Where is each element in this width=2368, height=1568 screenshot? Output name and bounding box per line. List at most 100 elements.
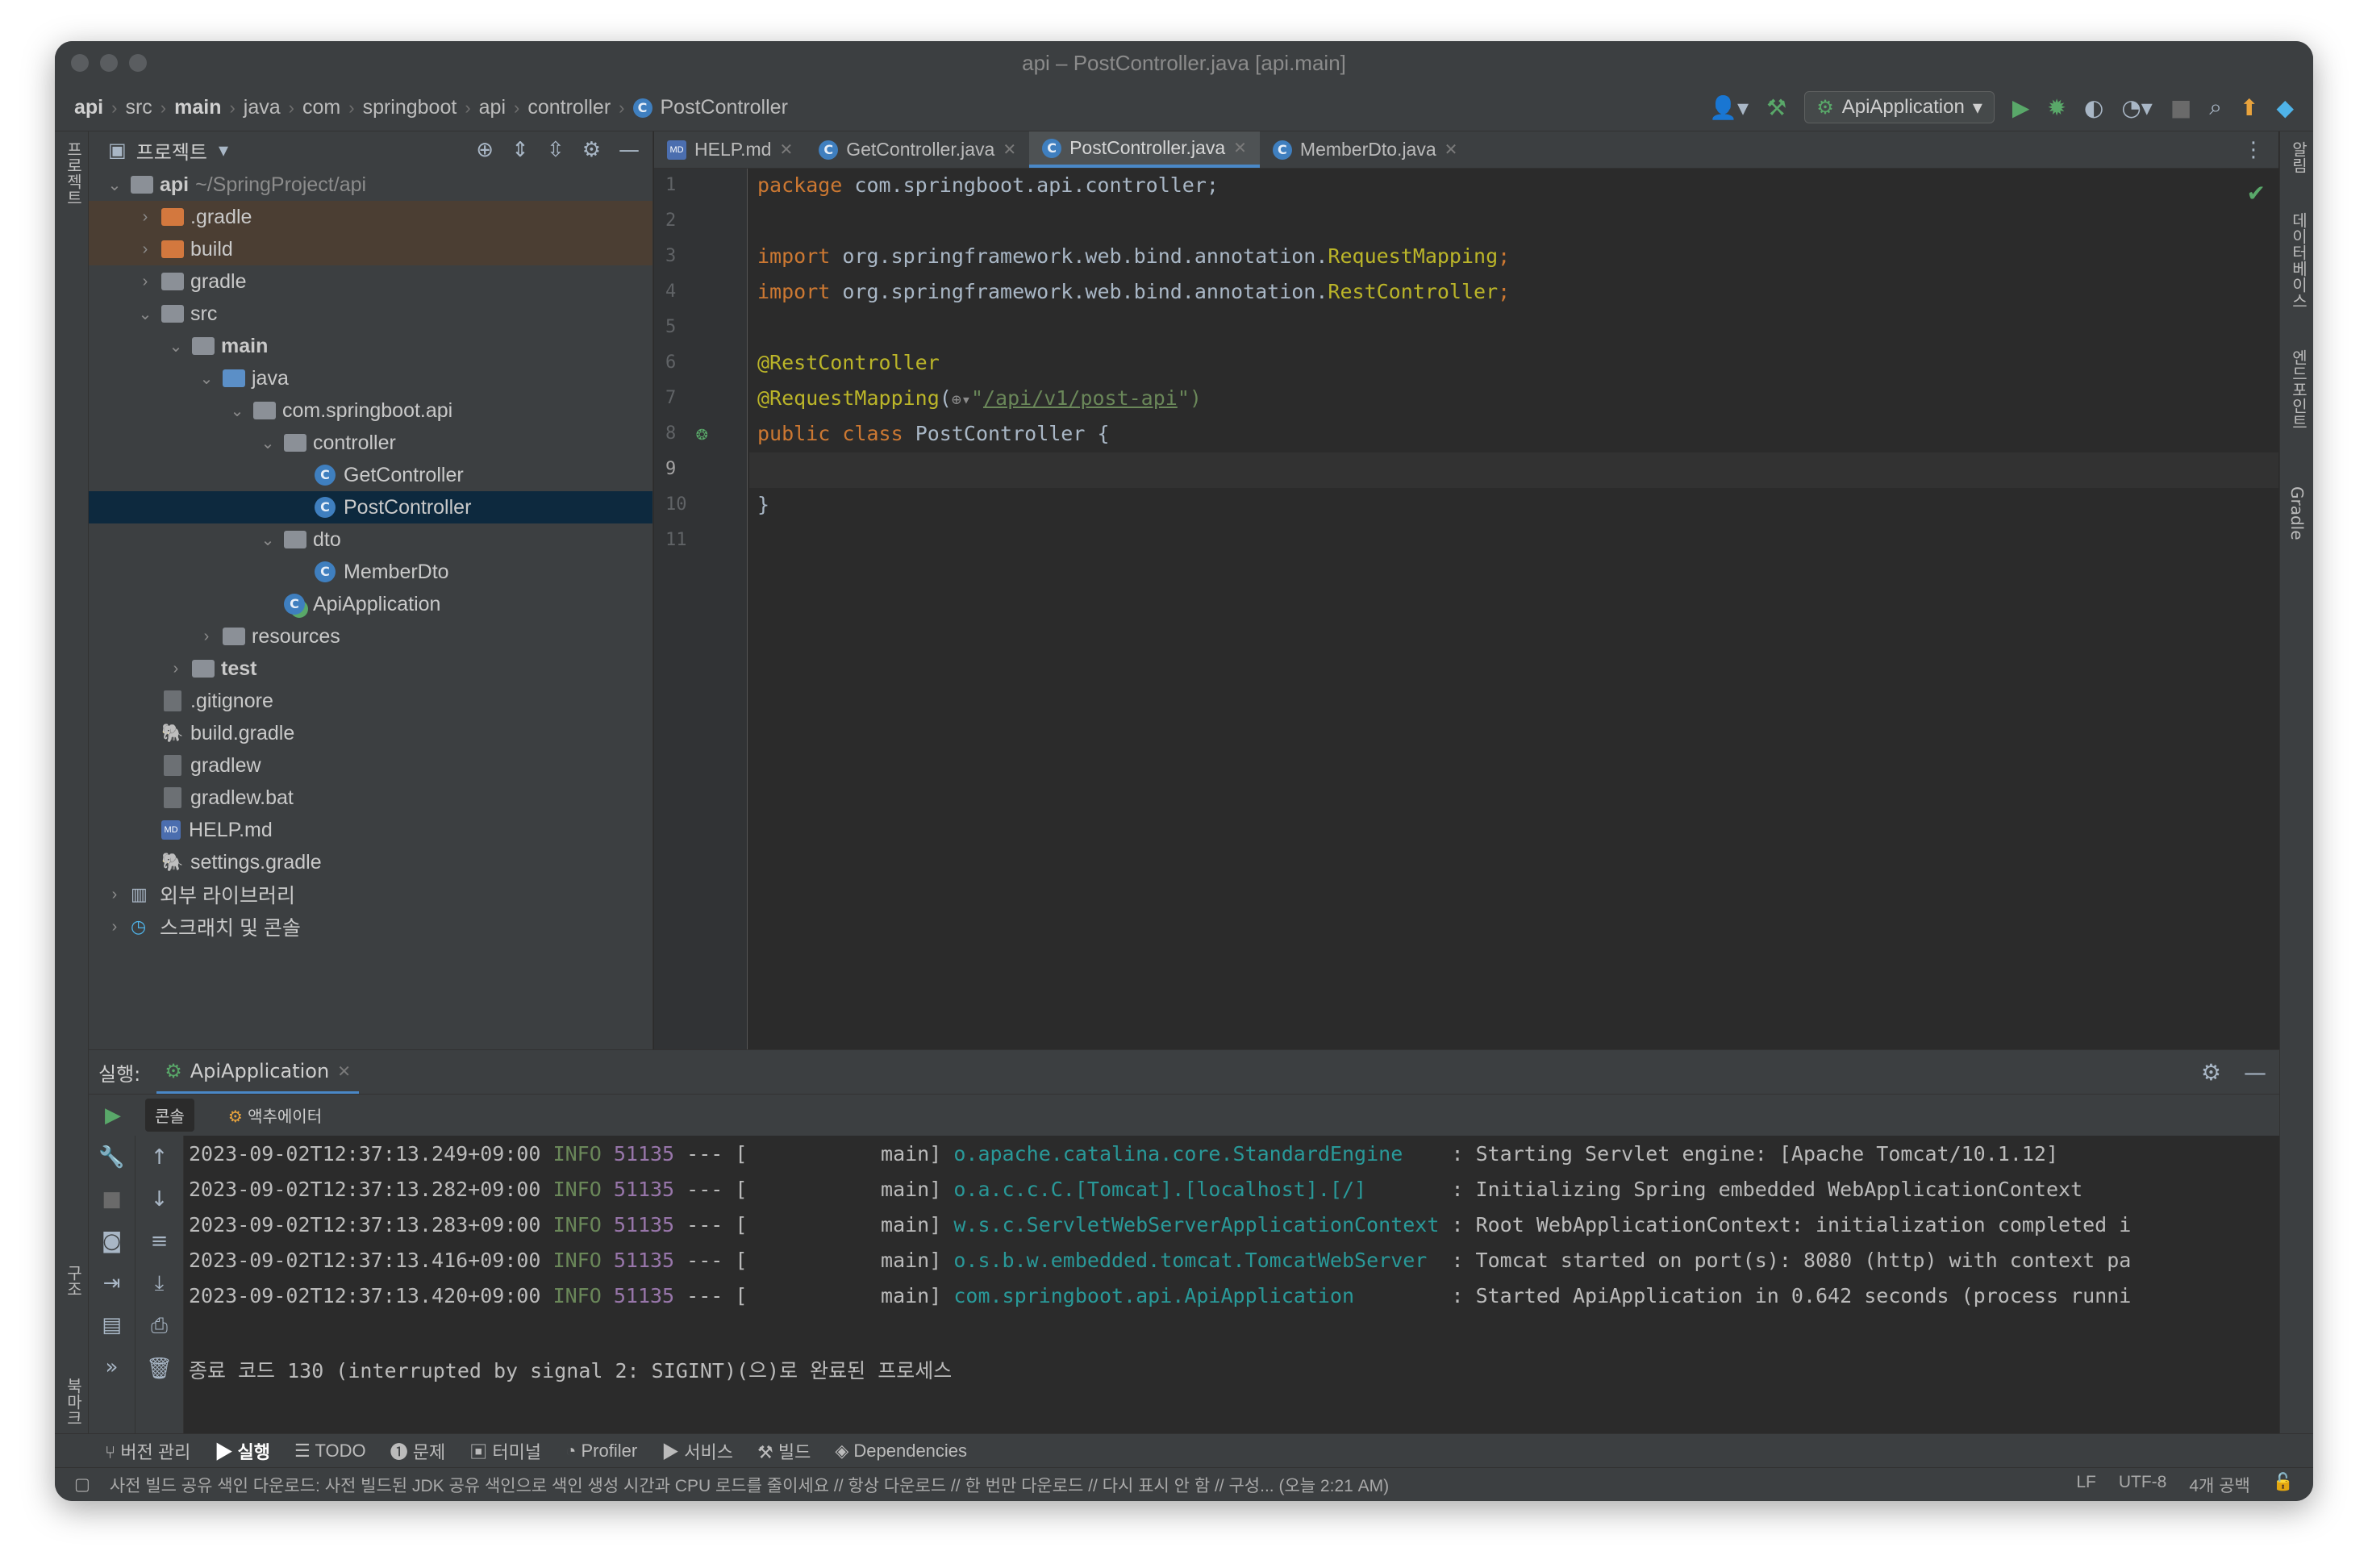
hide-icon[interactable]: —	[619, 138, 640, 162]
tree-item[interactable]: 🐘 build.gradle	[89, 717, 652, 749]
stop-icon[interactable]: ■	[102, 1187, 122, 1211]
string-literal[interactable]: /api/v1/post-api	[983, 386, 1178, 410]
gear-icon[interactable]: ⚙	[2201, 1059, 2221, 1086]
chevron-down-icon[interactable]: ⌄	[135, 304, 155, 324]
breadcrumb-item[interactable]: src	[125, 96, 152, 119]
tree-item[interactable]: ⌄ src	[89, 298, 652, 330]
tree-item[interactable]: 🐘 settings.gradle	[89, 846, 652, 878]
trash-icon[interactable]: 🗑	[146, 1357, 173, 1381]
tree-item[interactable]: › build	[89, 233, 652, 265]
camera-icon[interactable]: ◙	[102, 1229, 122, 1253]
check-icon[interactable]: ✔	[2247, 180, 2266, 206]
chevron-down-icon[interactable]: ⌄	[105, 175, 124, 195]
tree-item[interactable]: .gitignore	[89, 685, 652, 717]
lock-icon[interactable]: 🔓	[2273, 1473, 2294, 1497]
close-icon[interactable]: ✕	[337, 1061, 351, 1081]
plugin-icon[interactable]: ◆	[2276, 94, 2294, 121]
update-icon[interactable]: ⬆	[2240, 94, 2258, 121]
tab-getcontroller[interactable]: C GetController.java ✕	[806, 131, 1029, 168]
tool-window-build[interactable]: ⚒ 빌드	[757, 1438, 811, 1464]
database-tool-button[interactable]: 데이터베이스	[2287, 212, 2311, 309]
tree-item[interactable]: ⌄ api ~/SpringProject/api	[89, 169, 652, 201]
tool-window-todo[interactable]: ☰ TODO	[294, 1441, 366, 1462]
tree-item[interactable]: C PostController	[89, 491, 652, 523]
tree-item[interactable]: › gradle	[89, 265, 652, 298]
chevron-right-icon[interactable]: ›	[166, 660, 186, 678]
tool-window-dependencies[interactable]: ◈ Dependencies	[835, 1441, 967, 1462]
structure-tool-button[interactable]: 구조	[62, 1265, 85, 1297]
tree-item[interactable]: › test	[89, 653, 652, 685]
tree-item[interactable]: gradlew.bat	[89, 782, 652, 814]
breadcrumb-item[interactable]: com	[302, 96, 340, 119]
exit-icon[interactable]: ⇥	[103, 1271, 121, 1295]
breadcrumb-item[interactable]: PostController	[661, 96, 788, 119]
log-logger[interactable]: o.apache.catalina.core.StandardEngine	[953, 1142, 1403, 1166]
close-icon[interactable]: ✕	[1233, 138, 1247, 158]
collapse-all-icon[interactable]: ⇳	[547, 138, 565, 162]
tree-item[interactable]: ⌄ com.springboot.api	[89, 394, 652, 427]
stop-icon[interactable]: ■	[2170, 94, 2191, 121]
search-icon[interactable]: ⌕	[2209, 94, 2222, 121]
chevron-right-icon[interactable]: ›	[135, 273, 155, 291]
breadcrumb-item[interactable]: java	[244, 96, 281, 119]
more-icon[interactable]: »	[106, 1355, 119, 1379]
run-icon[interactable]: ▶	[2012, 94, 2030, 121]
chevron-down-icon[interactable]: ⌄	[227, 401, 247, 421]
debug-icon[interactable]: ✹	[2047, 94, 2066, 121]
tab-postcontroller[interactable]: C PostController.java ✕	[1029, 131, 1260, 168]
chevron-right-icon[interactable]: ›	[135, 240, 155, 259]
indent-widget[interactable]: 4개 공백	[2189, 1473, 2249, 1497]
tree-item[interactable]: gradlew	[89, 749, 652, 782]
log-logger[interactable]: w.s.c.ServletWebServerApplicationContext	[953, 1213, 1439, 1236]
code-area[interactable]: 1 2 3 4 5 6 7 8 ❂ 9 10 11 package com.spr…	[654, 169, 2278, 1049]
run-configuration-select[interactable]: ⚙ ApiApplication ▾	[1804, 91, 1995, 123]
tree-item[interactable]: ⌄ java	[89, 362, 652, 394]
soft-wrap-icon[interactable]: ≡	[151, 1229, 169, 1253]
tree-item[interactable]: ⌄ main	[89, 330, 652, 362]
status-message[interactable]: 사전 빌드 공유 색인 다운로드: 사전 빌드된 JDK 공유 색인으로 색인 …	[110, 1473, 2077, 1497]
chevron-right-icon[interactable]: ›	[135, 208, 155, 227]
chevron-right-icon[interactable]: ›	[105, 886, 124, 904]
gradle-tool-button[interactable]: Gradle	[2287, 486, 2307, 540]
chevron-down-icon[interactable]: ⌄	[166, 336, 186, 357]
breadcrumb-item[interactable]: main	[174, 96, 221, 119]
bookmarks-tool-button[interactable]: 북마크	[62, 1378, 85, 1426]
tree-item[interactable]: C ApiApplication	[89, 588, 652, 620]
tool-window-problems[interactable]: ❶ 문제	[390, 1438, 446, 1464]
tree-item[interactable]: C MemberDto	[89, 556, 652, 588]
tool-window-services[interactable]: ▶ 서비스	[661, 1438, 733, 1464]
tree-item[interactable]: › ◷ 스크래치 및 콘솔	[89, 911, 652, 943]
tree-item[interactable]: ⌄ dto	[89, 523, 652, 556]
project-view-select[interactable]: 프로젝트	[136, 136, 207, 165]
notifications-tool-button[interactable]: 알림	[2287, 141, 2311, 173]
tree-item[interactable]: › ▥ 외부 라이브러리	[89, 878, 652, 911]
tree-item[interactable]: ⌄ controller	[89, 427, 652, 459]
tab-console[interactable]: 콘솔	[145, 1099, 194, 1132]
breadcrumb-item[interactable]: controller	[527, 96, 611, 119]
tool-window-run[interactable]: ▶ 실행	[215, 1438, 270, 1464]
chevron-right-icon[interactable]: ›	[105, 918, 124, 936]
layout-icon[interactable]: ▤	[102, 1313, 122, 1337]
user-icon[interactable]: 👤▾	[1709, 94, 1749, 121]
close-icon[interactable]: ✕	[1445, 140, 1458, 160]
globe-icon[interactable]: ⊕▾	[952, 390, 971, 409]
line-separator-widget[interactable]: LF	[2076, 1473, 2096, 1497]
more-tabs-icon[interactable]: ⋮	[2228, 131, 2278, 168]
toggle-tool-windows-icon[interactable]: ▢	[74, 1474, 90, 1495]
close-icon[interactable]: ✕	[1003, 140, 1016, 160]
log-logger[interactable]: com.springboot.api.ApiApplication	[953, 1284, 1354, 1307]
tree-item[interactable]: › resources	[89, 620, 652, 653]
build-hammer-icon[interactable]: ⚒	[1766, 94, 1786, 121]
tree-item[interactable]: › .gradle	[89, 201, 652, 233]
endpoints-tool-button[interactable]: 엔드포인트	[2287, 349, 2311, 430]
project-tool-button[interactable]: 프로젝트	[62, 141, 85, 206]
tree-item[interactable]: MD HELP.md	[89, 814, 652, 846]
print-icon[interactable]: ⎙	[151, 1314, 168, 1339]
chevron-down-icon[interactable]: ⌄	[258, 433, 277, 453]
breadcrumb-item[interactable]: springboot	[363, 96, 457, 119]
expand-all-icon[interactable]: ⇕	[511, 138, 529, 162]
tree-item[interactable]: C GetController	[89, 459, 652, 491]
tab-actuator[interactable]: ⚙ 액추에이터	[219, 1099, 331, 1132]
scroll-to-end-icon[interactable]: ⤓	[155, 1271, 165, 1296]
tool-window-vcs[interactable]: ⑂ 버전 관리	[105, 1438, 190, 1464]
